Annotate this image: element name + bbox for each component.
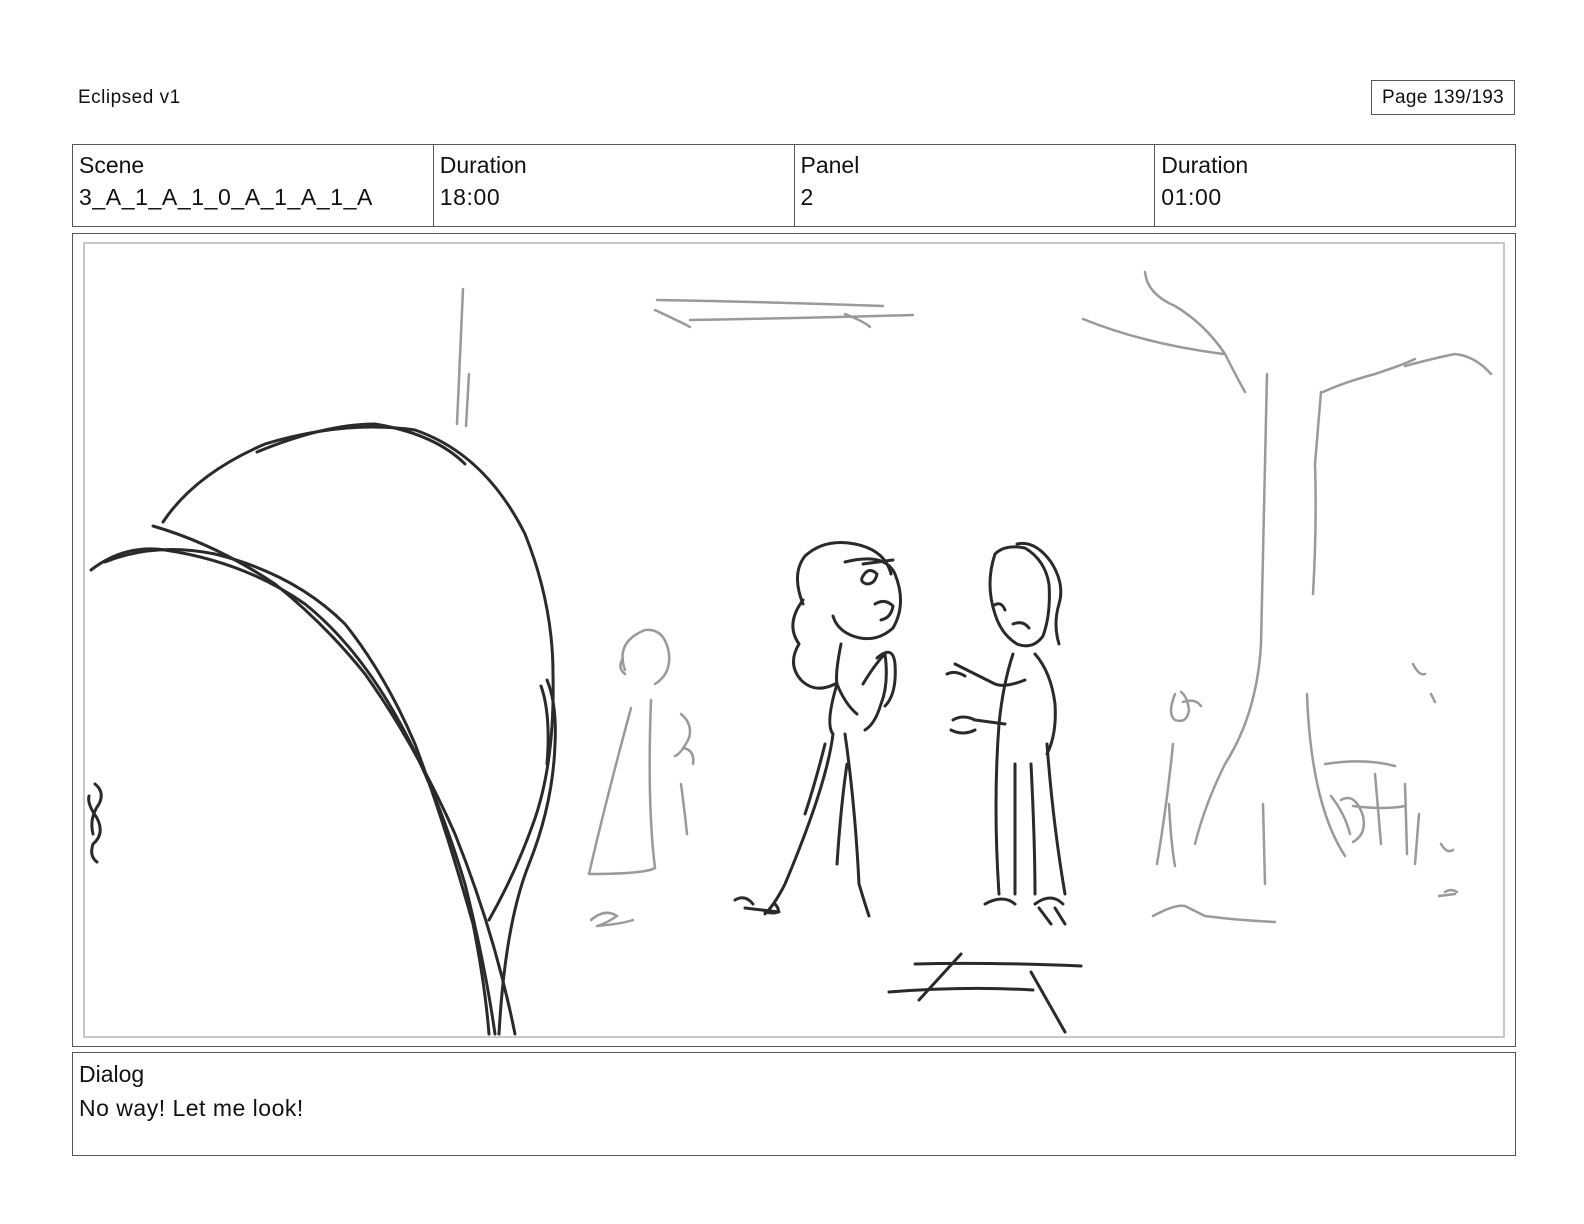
foreground-sketch <box>87 422 1083 1036</box>
scene-label: Scene <box>79 152 145 178</box>
scene-duration-label: Duration <box>439 152 527 178</box>
scene-info-table: Scene 3_A_1_A_1_0_A_1_A_1_A Duration 18:… <box>72 144 1516 227</box>
scene-cell: Scene 3_A_1_A_1_0_A_1_A_1_A <box>73 145 434 226</box>
storyboard-panel-frame <box>72 233 1516 1047</box>
page-indicator: Page 139/193 <box>1371 80 1515 115</box>
scene-value: 3_A_1_A_1_0_A_1_A_1_A <box>79 184 373 210</box>
dialog-text: No way! Let me look! <box>79 1095 304 1121</box>
scene-duration-cell: Duration 18:00 <box>434 145 795 226</box>
sketch-drawing <box>87 270 1493 1036</box>
storyboard-panel-image <box>83 242 1505 1038</box>
panel-duration-label: Duration <box>1161 152 1249 178</box>
panel-duration-cell: Duration 01:00 <box>1155 145 1515 226</box>
panel-cell: Panel 2 <box>795 145 1156 226</box>
dialog-label: Dialog <box>79 1061 145 1087</box>
document-title: Eclipsed v1 <box>78 87 181 108</box>
panel-duration-value: 01:00 <box>1161 184 1222 210</box>
dialog-box: Dialog No way! Let me look! <box>72 1052 1516 1156</box>
panel-value: 2 <box>800 184 814 210</box>
scene-duration-value: 18:00 <box>439 184 501 210</box>
background-sketch <box>455 270 1493 928</box>
panel-label: Panel <box>800 152 860 178</box>
